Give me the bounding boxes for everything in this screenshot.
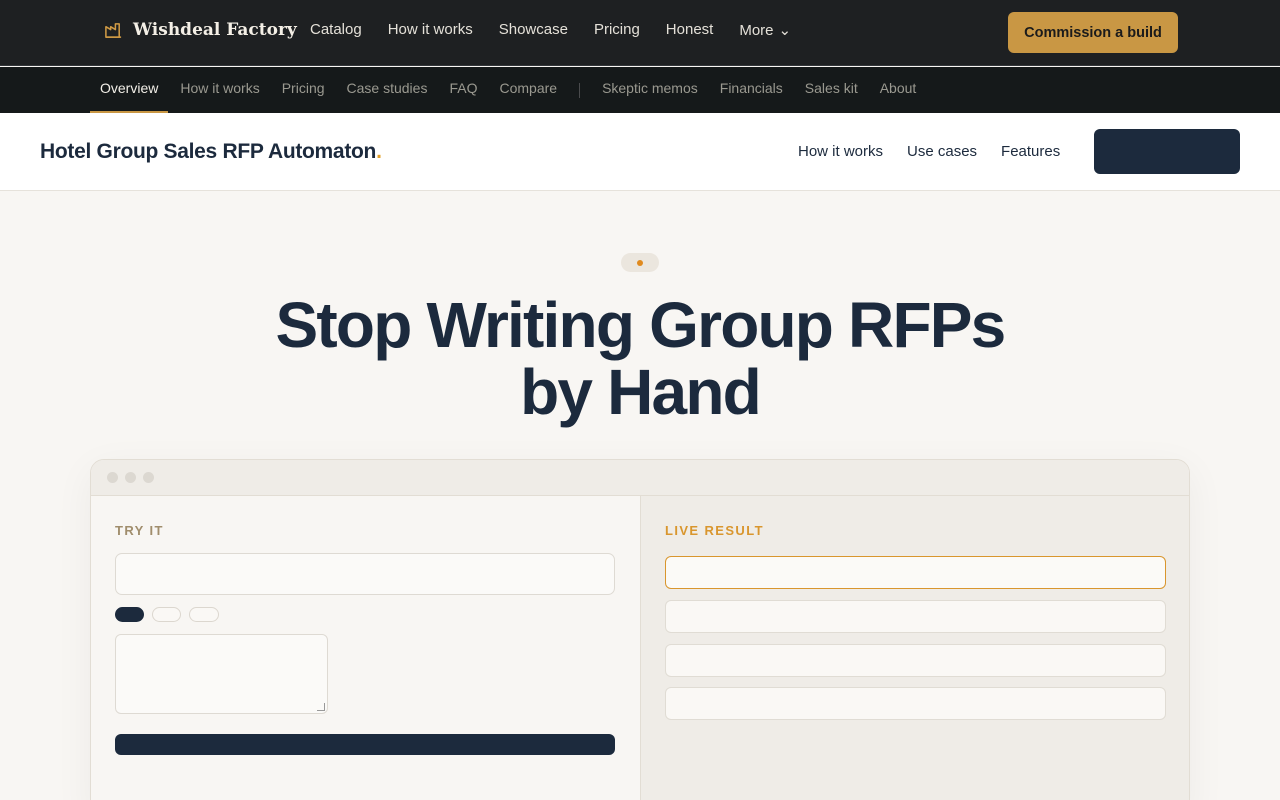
- product-nav-features[interactable]: Features: [1001, 143, 1060, 160]
- chevron-down-icon: ⌄: [778, 22, 792, 39]
- factory-icon: [105, 22, 122, 38]
- option-chip-3[interactable]: [189, 607, 219, 622]
- product-title[interactable]: Hotel Group Sales RFP Automaton.: [40, 140, 382, 164]
- nav-more-label: More: [739, 21, 774, 39]
- subnav-skeptic-memos[interactable]: Skeptic memos: [602, 67, 698, 113]
- brand-name: Wishdeal Factory: [133, 20, 297, 40]
- nav-honest[interactable]: Honest: [666, 21, 714, 39]
- badge-dot-icon: [637, 260, 643, 266]
- window-dot-maximize: [143, 472, 154, 483]
- product-nav-how-it-works[interactable]: How it works: [798, 143, 883, 160]
- live-result-panel: LIVE RESULT: [640, 496, 1189, 800]
- nav-more-dropdown[interactable]: More ⌄: [739, 21, 792, 40]
- run-demo-button[interactable]: [115, 734, 615, 755]
- product-title-text: Hotel Group Sales RFP Automaton: [40, 140, 377, 163]
- subnav-compare[interactable]: Compare: [499, 67, 557, 113]
- demo-textarea[interactable]: [115, 634, 328, 714]
- option-chip-1[interactable]: [115, 607, 144, 622]
- product-cta-button[interactable]: [1094, 129, 1240, 174]
- window-chrome: [91, 460, 1189, 496]
- commission-build-button[interactable]: Commission a build: [1008, 12, 1178, 53]
- main-nav: Catalog How it works Showcase Pricing Ho…: [310, 21, 791, 39]
- subnav-faq[interactable]: FAQ: [449, 67, 477, 113]
- product-nav-use-cases[interactable]: Use cases: [907, 143, 977, 160]
- hero-badge: [621, 253, 659, 272]
- window-dot-minimize: [125, 472, 136, 483]
- product-header: Hotel Group Sales RFP Automaton. How it …: [0, 113, 1280, 191]
- result-row: [665, 600, 1166, 633]
- result-row: [665, 556, 1166, 589]
- hero-title: Stop Writing Group RFPs by Hand: [240, 292, 1040, 426]
- subnav-about[interactable]: About: [880, 67, 917, 113]
- title-accent-dot: .: [376, 140, 382, 163]
- try-it-label: TRY IT: [115, 523, 164, 538]
- result-row: [665, 644, 1166, 677]
- try-it-panel: TRY IT: [91, 496, 640, 800]
- hero-title-line2: by Hand: [520, 356, 762, 428]
- subnav-pricing[interactable]: Pricing: [282, 67, 325, 113]
- subnav-financials[interactable]: Financials: [720, 67, 783, 113]
- nav-catalog[interactable]: Catalog: [310, 21, 362, 39]
- demo-window: TRY IT LIVE RESULT: [90, 459, 1190, 800]
- resize-handle-icon[interactable]: [317, 703, 325, 711]
- subnav-how-it-works[interactable]: How it works: [180, 67, 259, 113]
- site-header: Wishdeal Factory Catalog How it works Sh…: [0, 0, 1280, 66]
- subnav-overview[interactable]: Overview: [89, 67, 169, 113]
- nav-pricing[interactable]: Pricing: [594, 21, 640, 39]
- brand-logo[interactable]: Wishdeal Factory: [104, 20, 297, 40]
- option-chip-2[interactable]: [152, 607, 181, 622]
- hero-title-line1: Stop Writing Group RFPs: [275, 289, 1007, 361]
- subnav-divider: [579, 82, 581, 98]
- window-dot-close: [107, 472, 118, 483]
- nav-how-it-works[interactable]: How it works: [388, 21, 473, 39]
- section-subnav: Overview How it works Pricing Case studi…: [0, 67, 1280, 113]
- subnav-case-studies[interactable]: Case studies: [347, 67, 428, 113]
- nav-showcase[interactable]: Showcase: [499, 21, 568, 39]
- result-row: [665, 687, 1166, 720]
- demo-text-input[interactable]: [115, 553, 615, 595]
- product-nav: How it works Use cases Features: [798, 143, 1060, 160]
- live-result-label: LIVE RESULT: [665, 523, 764, 538]
- subnav-sales-kit[interactable]: Sales kit: [805, 67, 858, 113]
